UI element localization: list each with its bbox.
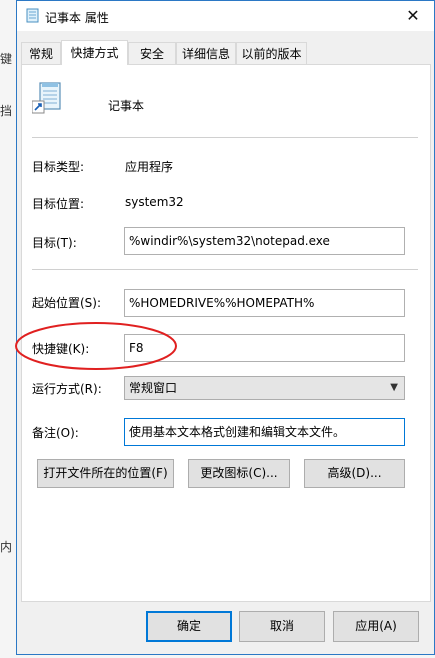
comment-input[interactable]: 使用基本文本格式创建和编辑文本文件。 xyxy=(124,418,405,446)
hotkey-label: 快捷键(K): xyxy=(32,342,90,356)
notepad-app-icon xyxy=(26,8,39,23)
run-select-value: 常规窗口 xyxy=(129,381,178,395)
start-in-label: 起始位置(S): xyxy=(32,296,102,310)
chevron-down-icon: ▼ xyxy=(390,382,398,393)
ok-button[interactable]: 确定 xyxy=(146,611,232,642)
target-location-value: system32 xyxy=(125,195,184,209)
close-icon[interactable]: ✕ xyxy=(402,5,424,27)
tab-security[interactable]: 安全 xyxy=(128,42,176,64)
target-type-value: 应用程序 xyxy=(125,160,174,174)
run-label: 运行方式(R): xyxy=(32,382,102,396)
shortcut-panel: 记事本 目标类型: 应用程序 目标位置: system32 目标(T): %wi… xyxy=(21,64,431,602)
target-type-label: 目标类型: xyxy=(32,160,85,174)
background-text: 内 xyxy=(0,540,13,554)
advanced-button[interactable]: 高级(D)... xyxy=(304,459,405,488)
start-in-input[interactable]: %HOMEDRIVE%%HOMEPATH% xyxy=(124,289,405,317)
tab-general[interactable]: 常规 xyxy=(21,42,61,64)
title-bar[interactable]: 记事本 属性 ✕ xyxy=(17,1,434,31)
hotkey-input[interactable]: F8 xyxy=(124,334,405,362)
tab-previous-versions[interactable]: 以前的版本 xyxy=(236,42,307,64)
tab-details[interactable]: 详细信息 xyxy=(176,42,236,64)
target-input[interactable]: %windir%\system32\notepad.exe xyxy=(124,227,405,255)
cancel-button[interactable]: 取消 xyxy=(239,611,325,642)
separator xyxy=(32,137,418,138)
properties-dialog: 记事本 属性 ✕ 常规 快捷方式 安全 详细信息 以前的版本 记事本 目标类型:… xyxy=(16,0,435,655)
change-icon-button[interactable]: 更改图标(C)... xyxy=(188,459,290,488)
run-select[interactable]: 常规窗口 ▼ xyxy=(124,376,405,400)
comment-label: 备注(O): xyxy=(32,426,79,440)
tab-shortcut[interactable]: 快捷方式 xyxy=(61,40,128,65)
background-text: 挡 xyxy=(0,104,13,118)
notepad-shortcut-icon xyxy=(32,82,61,114)
apply-button[interactable]: 应用(A) xyxy=(333,611,419,642)
background-text: 键 xyxy=(0,52,13,66)
target-label: 目标(T): xyxy=(32,236,77,250)
target-location-label: 目标位置: xyxy=(32,197,85,211)
shortcut-name: 记事本 xyxy=(108,99,145,113)
separator xyxy=(32,269,418,270)
open-file-location-button[interactable]: 打开文件所在的位置(F) xyxy=(37,459,174,488)
window-title: 记事本 属性 xyxy=(45,11,109,25)
